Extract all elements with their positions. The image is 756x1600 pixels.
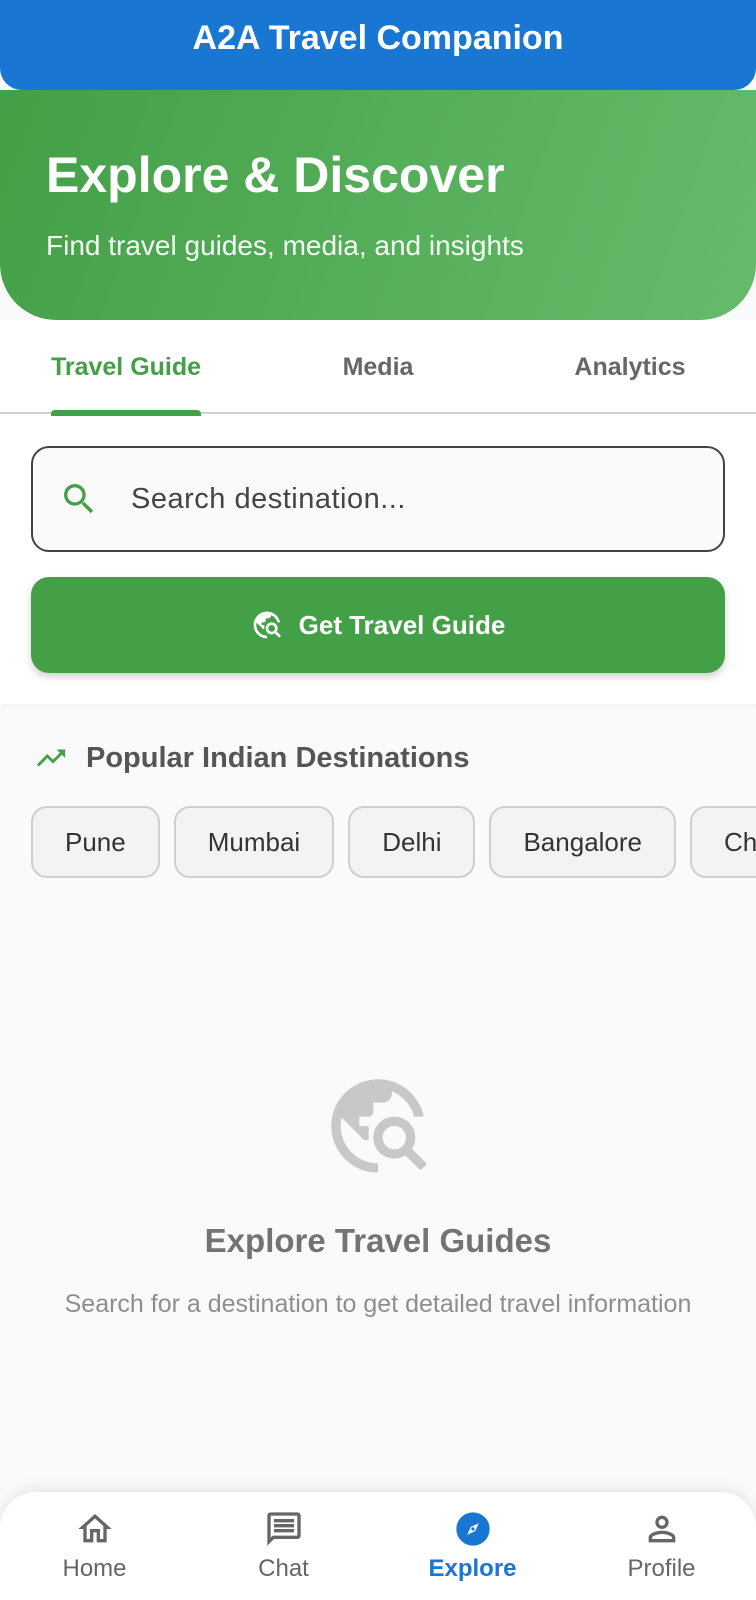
travel-guide-panel: Travel Guide Media Analytics Get Travel … [0,320,756,704]
search-input[interactable] [131,482,691,516]
hero-banner: Explore & Discover Find travel guides, m… [0,90,756,320]
chat-icon [266,1512,301,1546]
home-icon [77,1514,112,1543]
person-icon [648,1515,675,1543]
travel-explore-icon [331,1079,427,1173]
empty-state-title: Explore Travel Guides [204,1222,552,1259]
destination-chip-mumbai[interactable]: Mumbai [173,806,335,878]
nav-profile-label: Profile [627,1555,696,1582]
travel-explore-icon [253,611,281,639]
tab-media[interactable]: Media [252,320,504,414]
nav-home[interactable]: Home [0,1492,189,1600]
destination-chip-pune[interactable]: Pune [31,806,160,878]
nav-home-label: Home [62,1555,127,1582]
tab-travel-guide[interactable]: Travel Guide [0,320,252,416]
app-bar: A2A Travel Companion [0,0,756,90]
tab-analytics-label: Analytics [574,352,686,381]
destination-chip-bangalore[interactable]: Bangalore [489,806,677,878]
nav-chat[interactable]: Chat [189,1492,378,1600]
empty-state-subtitle: Search for a destination to get detailed… [64,1290,692,1318]
tab-bar: Travel Guide Media Analytics [0,320,756,416]
nav-explore[interactable]: Explore [378,1492,567,1600]
destination-chips: PuneMumbaiDelhiBangaloreChennai [31,806,756,880]
destination-chip-delhi[interactable]: Delhi [348,806,476,878]
tab-travel-guide-label: Travel Guide [50,352,202,381]
search-field[interactable] [31,446,725,552]
popular-destinations-heading: Popular Indian Destinations [86,741,470,774]
nav-explore-label: Explore [428,1555,517,1582]
tab-media-label: Media [342,352,414,381]
nav-profile[interactable]: Profile [567,1492,756,1600]
search-icon [64,484,94,514]
hero-title: Explore & Discover [46,147,505,203]
nav-chat-label: Chat [258,1555,309,1582]
trending-up-icon [36,749,66,767]
hero-subtitle: Find travel guides, media, and insights [46,230,524,261]
tab-analytics[interactable]: Analytics [504,320,756,414]
get-travel-guide-label: Get Travel Guide [298,609,506,640]
app-title: A2A Travel Companion [192,18,564,57]
get-travel-guide-button[interactable]: Get Travel Guide [31,577,725,673]
tab-active-indicator [51,410,201,416]
destination-chip-chennai[interactable]: Chennai [690,806,756,878]
popular-destinations-header: Popular Indian Destinations [34,738,470,778]
explore-compass-icon [455,1512,490,1546]
bottom-navigation: Home Chat Explore Profile [0,1492,756,1600]
